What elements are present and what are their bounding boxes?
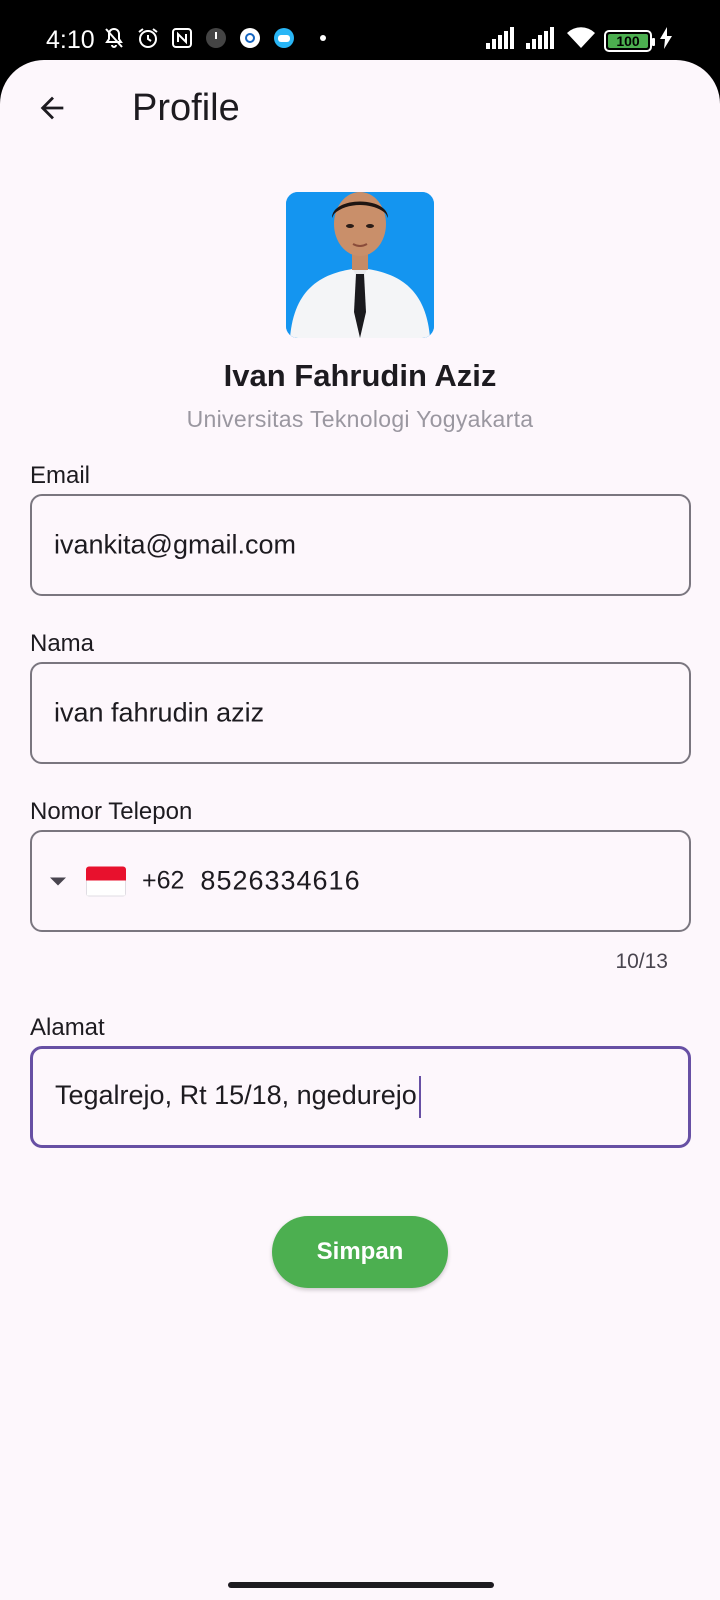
address-value: Tegalrejo, Rt 15/18, ngedurejo <box>55 1080 417 1111</box>
text-cursor <box>418 1076 421 1118</box>
notification-dot-icon <box>320 35 326 41</box>
alarm-icon <box>136 26 160 50</box>
mute-icon <box>102 26 126 50</box>
status-right-icons: 100 <box>486 26 672 55</box>
name-field[interactable]: ivan fahrudin aziz <box>30 662 691 764</box>
phone-label: Nomor Telepon <box>30 798 193 825</box>
battery-icon: 100 <box>604 29 655 52</box>
country-dropdown-icon[interactable] <box>50 877 66 885</box>
email-value: ivankita@gmail.com <box>54 529 296 560</box>
nfc-icon <box>170 26 194 50</box>
profile-screen: Profile Ivan Fahrudin Aziz Universitas T… <box>0 60 720 1600</box>
app-bar: Profile <box>0 60 720 160</box>
address-label: Alamat <box>30 1014 105 1041</box>
profile-university: Universitas Teknologi Yogyakarta <box>186 406 534 432</box>
app-icon <box>204 26 228 50</box>
save-button[interactable]: Simpan <box>272 1216 448 1288</box>
name-value: ivan fahrudin aziz <box>54 697 265 728</box>
status-left-icons <box>102 26 326 50</box>
address-input: Tegalrejo, Rt 15/18, ngedurejo <box>55 1076 421 1118</box>
page-title: Profile <box>132 87 240 129</box>
email-field[interactable]: ivankita@gmail.com <box>30 494 691 596</box>
phone-field[interactable]: +62 8526334616 <box>30 830 691 932</box>
back-button[interactable] <box>26 82 78 134</box>
settings-app-icon <box>238 26 262 50</box>
wifi-icon <box>566 26 596 55</box>
profile-photo <box>286 192 434 338</box>
signal-icon <box>526 27 558 54</box>
phone-row: +62 8526334616 <box>50 866 361 897</box>
phone-value: 8526334616 <box>200 865 361 896</box>
signal-icon <box>486 27 518 54</box>
dial-code: +62 <box>142 866 185 895</box>
email-label: Email <box>30 462 91 489</box>
name-label: Nama <box>30 630 95 657</box>
home-indicator[interactable] <box>228 1582 494 1588</box>
game-icon <box>272 26 296 50</box>
indonesia-flag-icon[interactable] <box>86 866 126 896</box>
status-time: 4:10 <box>46 26 95 54</box>
profile-name: Ivan Fahrudin Aziz <box>223 358 497 393</box>
phone-char-counter: 10/13 <box>615 950 668 973</box>
battery-level: 100 <box>616 32 640 49</box>
arrow-left-icon <box>40 96 64 120</box>
address-field[interactable]: Tegalrejo, Rt 15/18, ngedurejo <box>30 1046 691 1148</box>
status-bar: 4:10 100 <box>0 0 720 62</box>
charging-icon <box>660 27 672 54</box>
